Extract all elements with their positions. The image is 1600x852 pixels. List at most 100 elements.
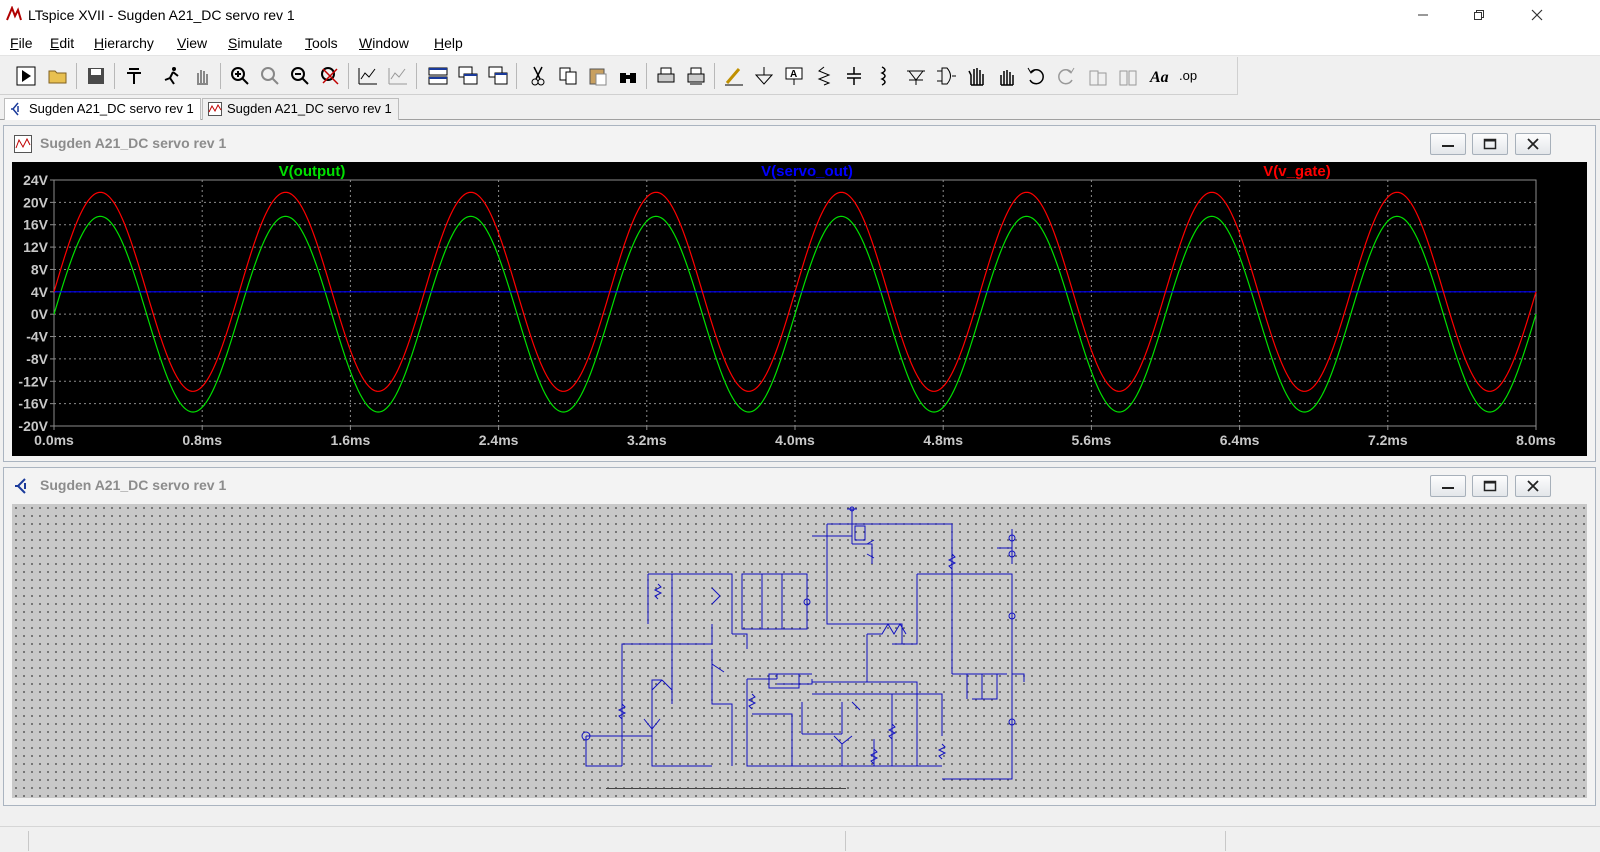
legend-label[interactable]: V(output) bbox=[279, 163, 346, 180]
resistor-icon bbox=[817, 66, 831, 86]
x-tick-label: 1.6ms bbox=[331, 432, 371, 448]
text-button[interactable]: Aa bbox=[1146, 62, 1174, 90]
redo-button[interactable] bbox=[1052, 62, 1080, 90]
y-tick-label: -8V bbox=[26, 351, 48, 367]
legend-label[interactable]: V(servo_out) bbox=[761, 163, 853, 180]
wire-button[interactable] bbox=[720, 62, 748, 90]
text-icon: Aa bbox=[1149, 69, 1169, 86]
waveform-icon bbox=[14, 135, 32, 153]
zoom-area-button[interactable] bbox=[256, 62, 284, 90]
ground-button[interactable] bbox=[750, 62, 778, 90]
schematic-minimize-button[interactable] bbox=[1430, 475, 1466, 497]
wire-icon bbox=[725, 68, 743, 86]
tab-label: Sugden A21_DC servo rev 1 bbox=[227, 101, 392, 116]
spice-directive-icon: .op bbox=[1179, 68, 1197, 83]
component-icon bbox=[937, 67, 956, 85]
waveform-window-titlebar[interactable]: Sugden A21_DC servo rev 1 bbox=[4, 126, 1595, 160]
schematic-close-button[interactable] bbox=[1515, 475, 1551, 497]
zoom-cancel-icon bbox=[321, 67, 339, 85]
zoom-out-button[interactable] bbox=[286, 62, 314, 90]
x-tick-label: 2.4ms bbox=[479, 432, 519, 448]
spice-directive-button[interactable]: .op bbox=[1176, 62, 1204, 90]
zoom-area-icon bbox=[261, 67, 279, 85]
waveform-maximize-button[interactable] bbox=[1472, 133, 1508, 155]
inductor-button[interactable] bbox=[870, 62, 898, 90]
cascade-icon bbox=[458, 66, 478, 85]
tile-vertical-icon bbox=[488, 66, 508, 85]
move-button[interactable] bbox=[962, 62, 990, 90]
menu-window[interactable]: Window bbox=[359, 35, 409, 51]
pan-button[interactable] bbox=[188, 62, 216, 90]
zoom-in-icon bbox=[231, 67, 249, 85]
restore-button[interactable] bbox=[1456, 0, 1502, 30]
close-button[interactable] bbox=[1514, 0, 1560, 30]
menu-help[interactable]: Help bbox=[434, 35, 463, 51]
print-icon bbox=[657, 67, 675, 83]
menu-view[interactable]: View bbox=[177, 35, 207, 51]
run-icon bbox=[16, 66, 36, 86]
redo-icon bbox=[1058, 67, 1075, 85]
undo-button[interactable] bbox=[1022, 62, 1050, 90]
x-tick-label: 5.6ms bbox=[1072, 432, 1112, 448]
control-panel-button[interactable] bbox=[120, 62, 148, 90]
tab-schematic[interactable]: Sugden A21_DC servo rev 1 bbox=[4, 98, 201, 120]
open-button[interactable] bbox=[44, 62, 72, 90]
x-tick-label: 0.0ms bbox=[34, 432, 74, 448]
cascade-button[interactable] bbox=[454, 62, 482, 90]
svg-text:.op: .op bbox=[1179, 68, 1197, 83]
tile-vertical-button[interactable] bbox=[484, 62, 512, 90]
plot-settings-button[interactable] bbox=[384, 62, 412, 90]
schematic-canvas[interactable] bbox=[12, 504, 1587, 798]
print-setup-button[interactable] bbox=[682, 62, 710, 90]
waveform-minimize-button[interactable] bbox=[1430, 133, 1466, 155]
zoom-cancel-button[interactable] bbox=[316, 62, 344, 90]
y-tick-label: 16V bbox=[23, 217, 49, 233]
label-button[interactable]: A bbox=[780, 62, 808, 90]
menu-simulate[interactable]: Simulate bbox=[228, 35, 282, 51]
cut-button[interactable] bbox=[524, 62, 552, 90]
tab-label: Sugden A21_DC servo rev 1 bbox=[29, 101, 194, 116]
undo-icon bbox=[1027, 67, 1044, 85]
circuit-diagram[interactable] bbox=[12, 504, 1587, 798]
menu-edit[interactable]: Edit bbox=[50, 35, 74, 51]
menu-tools[interactable]: Tools bbox=[305, 35, 338, 51]
x-tick-label: 0.8ms bbox=[182, 432, 222, 448]
schematic-window-titlebar[interactable]: Sugden A21_DC servo rev 1 bbox=[4, 468, 1595, 502]
menu-hierarchy[interactable]: Hierarchy bbox=[94, 35, 154, 51]
tile-horizontal-button[interactable] bbox=[424, 62, 452, 90]
component-button[interactable] bbox=[932, 62, 960, 90]
drag-icon bbox=[1000, 70, 1014, 86]
tab-waveform[interactable]: Sugden A21_DC servo rev 1 bbox=[202, 98, 399, 120]
resistor-button[interactable] bbox=[810, 62, 838, 90]
mirror-button[interactable] bbox=[1114, 62, 1142, 90]
print-button[interactable] bbox=[652, 62, 680, 90]
waveform-close-button[interactable] bbox=[1515, 133, 1551, 155]
halt-icon bbox=[164, 67, 179, 85]
waveform-chart[interactable]: 0.0ms 0.8ms 1.6ms 2.4ms 3.2ms 4.0ms 4.8ms 5.6ms… bbox=[12, 162, 1587, 456]
capacitor-button[interactable] bbox=[840, 62, 868, 90]
legend-label[interactable]: V(v_gate) bbox=[1263, 163, 1331, 180]
schematic-maximize-button[interactable] bbox=[1472, 475, 1508, 497]
drag-button[interactable] bbox=[992, 62, 1020, 90]
minimize-button[interactable] bbox=[1400, 0, 1446, 30]
y-tick-label: 20V bbox=[23, 194, 49, 210]
x-tick-label: 8.0ms bbox=[1516, 432, 1556, 448]
menu-bar: File Edit Hierarchy View Simulate Tools … bbox=[0, 30, 1600, 56]
find-button[interactable] bbox=[614, 62, 642, 90]
paste-button[interactable] bbox=[584, 62, 612, 90]
menu-file[interactable]: File bbox=[10, 35, 33, 51]
zoom-out-icon bbox=[291, 67, 309, 85]
save-button[interactable] bbox=[82, 62, 110, 90]
copy-button[interactable] bbox=[554, 62, 582, 90]
waveform-window-title: Sugden A21_DC servo rev 1 bbox=[40, 135, 227, 151]
zoom-in-button[interactable] bbox=[226, 62, 254, 90]
diode-button[interactable] bbox=[902, 62, 930, 90]
autorange-button[interactable] bbox=[354, 62, 382, 90]
y-tick-label: 24V bbox=[23, 172, 49, 188]
maximize-icon bbox=[1483, 138, 1497, 150]
waveform-plot[interactable]: 0.0ms 0.8ms 1.6ms 2.4ms 3.2ms 4.0ms 4.8ms 5.6ms… bbox=[12, 162, 1587, 456]
run-button[interactable] bbox=[12, 62, 40, 90]
halt-button[interactable] bbox=[158, 62, 186, 90]
x-tick-label: 7.2ms bbox=[1368, 432, 1408, 448]
rotate-button[interactable] bbox=[1084, 62, 1112, 90]
